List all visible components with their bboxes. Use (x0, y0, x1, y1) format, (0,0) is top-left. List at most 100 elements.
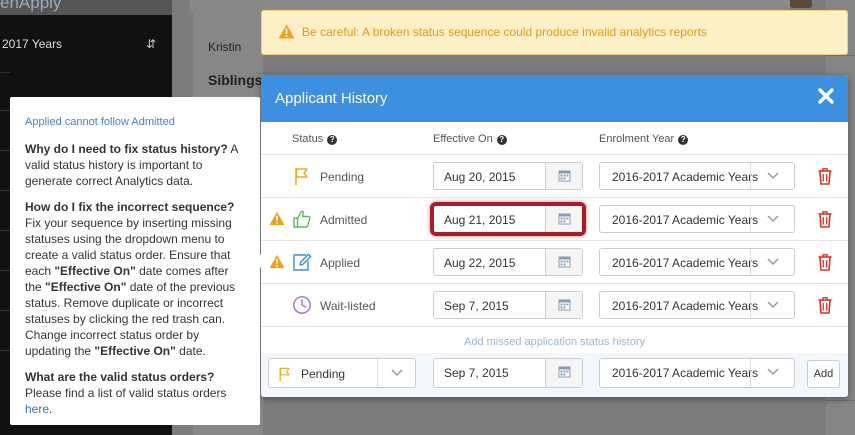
chevron-down-icon (767, 301, 779, 309)
effective-date-field[interactable]: Sep 7, 2015 (433, 291, 583, 319)
tooltip-answer: date. (175, 344, 206, 358)
status-label: Admitted (320, 213, 368, 227)
dropdown-toggle[interactable] (750, 359, 794, 387)
clock-icon (293, 296, 311, 314)
sidebar-divider (0, 72, 10, 73)
tooltip-paragraph: How do I fix the incorrect sequence? Fix… (25, 199, 246, 359)
effective-date-field[interactable]: Aug 20, 2015 (433, 162, 583, 190)
modal-header: Applicant History (261, 75, 848, 122)
calendar-button[interactable] (545, 206, 582, 232)
tooltip-question: What are the valid status orders? (25, 370, 215, 384)
dropdown-toggle[interactable] (750, 292, 794, 318)
row-divider (261, 326, 848, 327)
enrolment-year-value: 2016-2017 Academic Years (612, 299, 759, 313)
new-effective-date-field[interactable]: Sep 7, 2015 (433, 358, 583, 388)
tooltip-emphasis: "Effective On" (54, 264, 136, 278)
enrolment-year-select[interactable]: 2016-2017 Academic Years (599, 205, 795, 233)
calendar-icon (558, 170, 571, 182)
enrolment-year-select[interactable]: 2016-2017 Academic Years (599, 291, 795, 319)
trash-icon[interactable] (817, 210, 833, 228)
effective-date-value: Sep 7, 2015 (444, 299, 509, 313)
tooltip-title: Applied cannot follow Admitted (25, 116, 175, 128)
status-label: Wait-listed (320, 299, 376, 313)
chevron-updown-icon: ⇵ (145, 37, 156, 51)
dropdown-toggle[interactable] (377, 359, 415, 387)
thumbs-up-icon (293, 210, 311, 228)
table-row: Applied Aug 22, 2015 2016-2017 Academic … (261, 241, 848, 284)
effective-date-field[interactable]: Aug 21, 2015 (433, 205, 583, 233)
tooltip-paragraph: What are the valid status orders? Please… (25, 369, 246, 417)
valid-status-orders-link[interactable]: here (25, 402, 49, 416)
calendar-icon (558, 366, 571, 378)
modal-title: Applicant History (275, 90, 388, 107)
year-selector-label: 2017 Years (2, 37, 63, 51)
tooltip-answer: Please find a list of valid status order… (25, 386, 227, 400)
enrolment-year-value: 2016-2017 Academic Years (612, 170, 759, 184)
column-header-label: Enrolment Year (599, 133, 675, 145)
tooltip-paragraph: Why do I need to fix status history? A v… (25, 141, 246, 189)
sequence-help-tooltip: Applied cannot follow Admitted Why do I … (10, 97, 260, 425)
tooltip-answer: . (49, 402, 53, 416)
warning-icon (278, 24, 295, 39)
enrolment-year-value: 2016-2017 Academic Years (612, 213, 759, 227)
sidebar-divider (0, 310, 10, 311)
sidebar-divider (0, 190, 10, 191)
effective-date-value: Aug 20, 2015 (444, 170, 516, 184)
sidebar-divider (0, 150, 10, 151)
enrolment-year-select[interactable]: 2016-2017 Academic Years (599, 162, 795, 190)
enrolment-year-select[interactable]: 2016-2017 Academic Years (599, 248, 795, 276)
help-icon[interactable]: ? (327, 135, 338, 145)
new-status-row: Pending Sep 7, 2015 2016-2017 Academic Y… (261, 353, 848, 397)
app-logo: enApply (0, 0, 172, 15)
trash-icon[interactable] (817, 167, 833, 185)
calendar-icon (558, 256, 571, 268)
calendar-button[interactable] (545, 359, 582, 387)
siblings-heading: Siblings (208, 72, 263, 88)
flag-icon (279, 367, 290, 382)
chevron-down-icon (767, 368, 779, 376)
dropdown-toggle[interactable] (750, 163, 794, 189)
column-header-enrolment-year: Enrolment Year? (599, 133, 689, 145)
flag-icon (295, 168, 308, 185)
effective-date-value: Aug 22, 2015 (444, 256, 516, 270)
right-panel-divider (826, 55, 855, 56)
help-icon[interactable]: ? (496, 135, 507, 145)
column-header-label: Status (292, 133, 324, 145)
tooltip-emphasis: "Effective On" (45, 280, 127, 294)
sidebar-divider (0, 230, 10, 231)
trash-icon[interactable] (817, 253, 833, 271)
add-missed-label: Add missed application status history (464, 336, 645, 348)
calendar-button[interactable] (545, 163, 582, 189)
add-button[interactable]: Add (807, 360, 840, 388)
warning-banner-text: Be careful: A broken status sequence cou… (302, 25, 707, 39)
dropdown-toggle[interactable] (750, 249, 794, 275)
chevron-down-icon (767, 258, 779, 266)
right-panel-divider (826, 400, 855, 401)
avatar[interactable] (790, 0, 812, 8)
calendar-icon (558, 299, 571, 311)
sidebar-divider (0, 270, 10, 271)
chevron-down-icon (767, 172, 779, 180)
trash-icon[interactable] (817, 296, 833, 314)
chevron-down-icon (391, 369, 403, 377)
dropdown-toggle[interactable] (750, 206, 794, 232)
year-selector[interactable]: 2017 Years ⇵ (0, 30, 172, 58)
new-status-value: Pending (301, 367, 346, 381)
close-icon[interactable] (817, 87, 835, 105)
column-header-label: Effective On (433, 133, 493, 145)
warning-icon (269, 211, 285, 226)
calendar-button[interactable] (545, 249, 582, 275)
sidebar-divider (0, 350, 10, 351)
calendar-button[interactable] (545, 292, 582, 318)
column-header-status: Status? (292, 133, 338, 145)
enrolment-year-value: 2016-2017 Academic Years (612, 256, 759, 270)
new-status-select[interactable]: Pending (268, 358, 416, 388)
effective-date-value: Aug 21, 2015 (444, 213, 516, 227)
new-enrolment-year-select[interactable]: 2016-2017 Academic Years (599, 358, 795, 388)
help-icon[interactable]: ? (678, 135, 689, 145)
effective-date-field[interactable]: Aug 22, 2015 (433, 248, 583, 276)
calendar-icon (558, 213, 571, 225)
status-label: Applied (320, 256, 361, 270)
tooltip-question: How do I fix the incorrect sequence? (25, 200, 235, 214)
table-row: Admitted Aug 21, 2015 2016-2017 Academic… (261, 198, 848, 241)
